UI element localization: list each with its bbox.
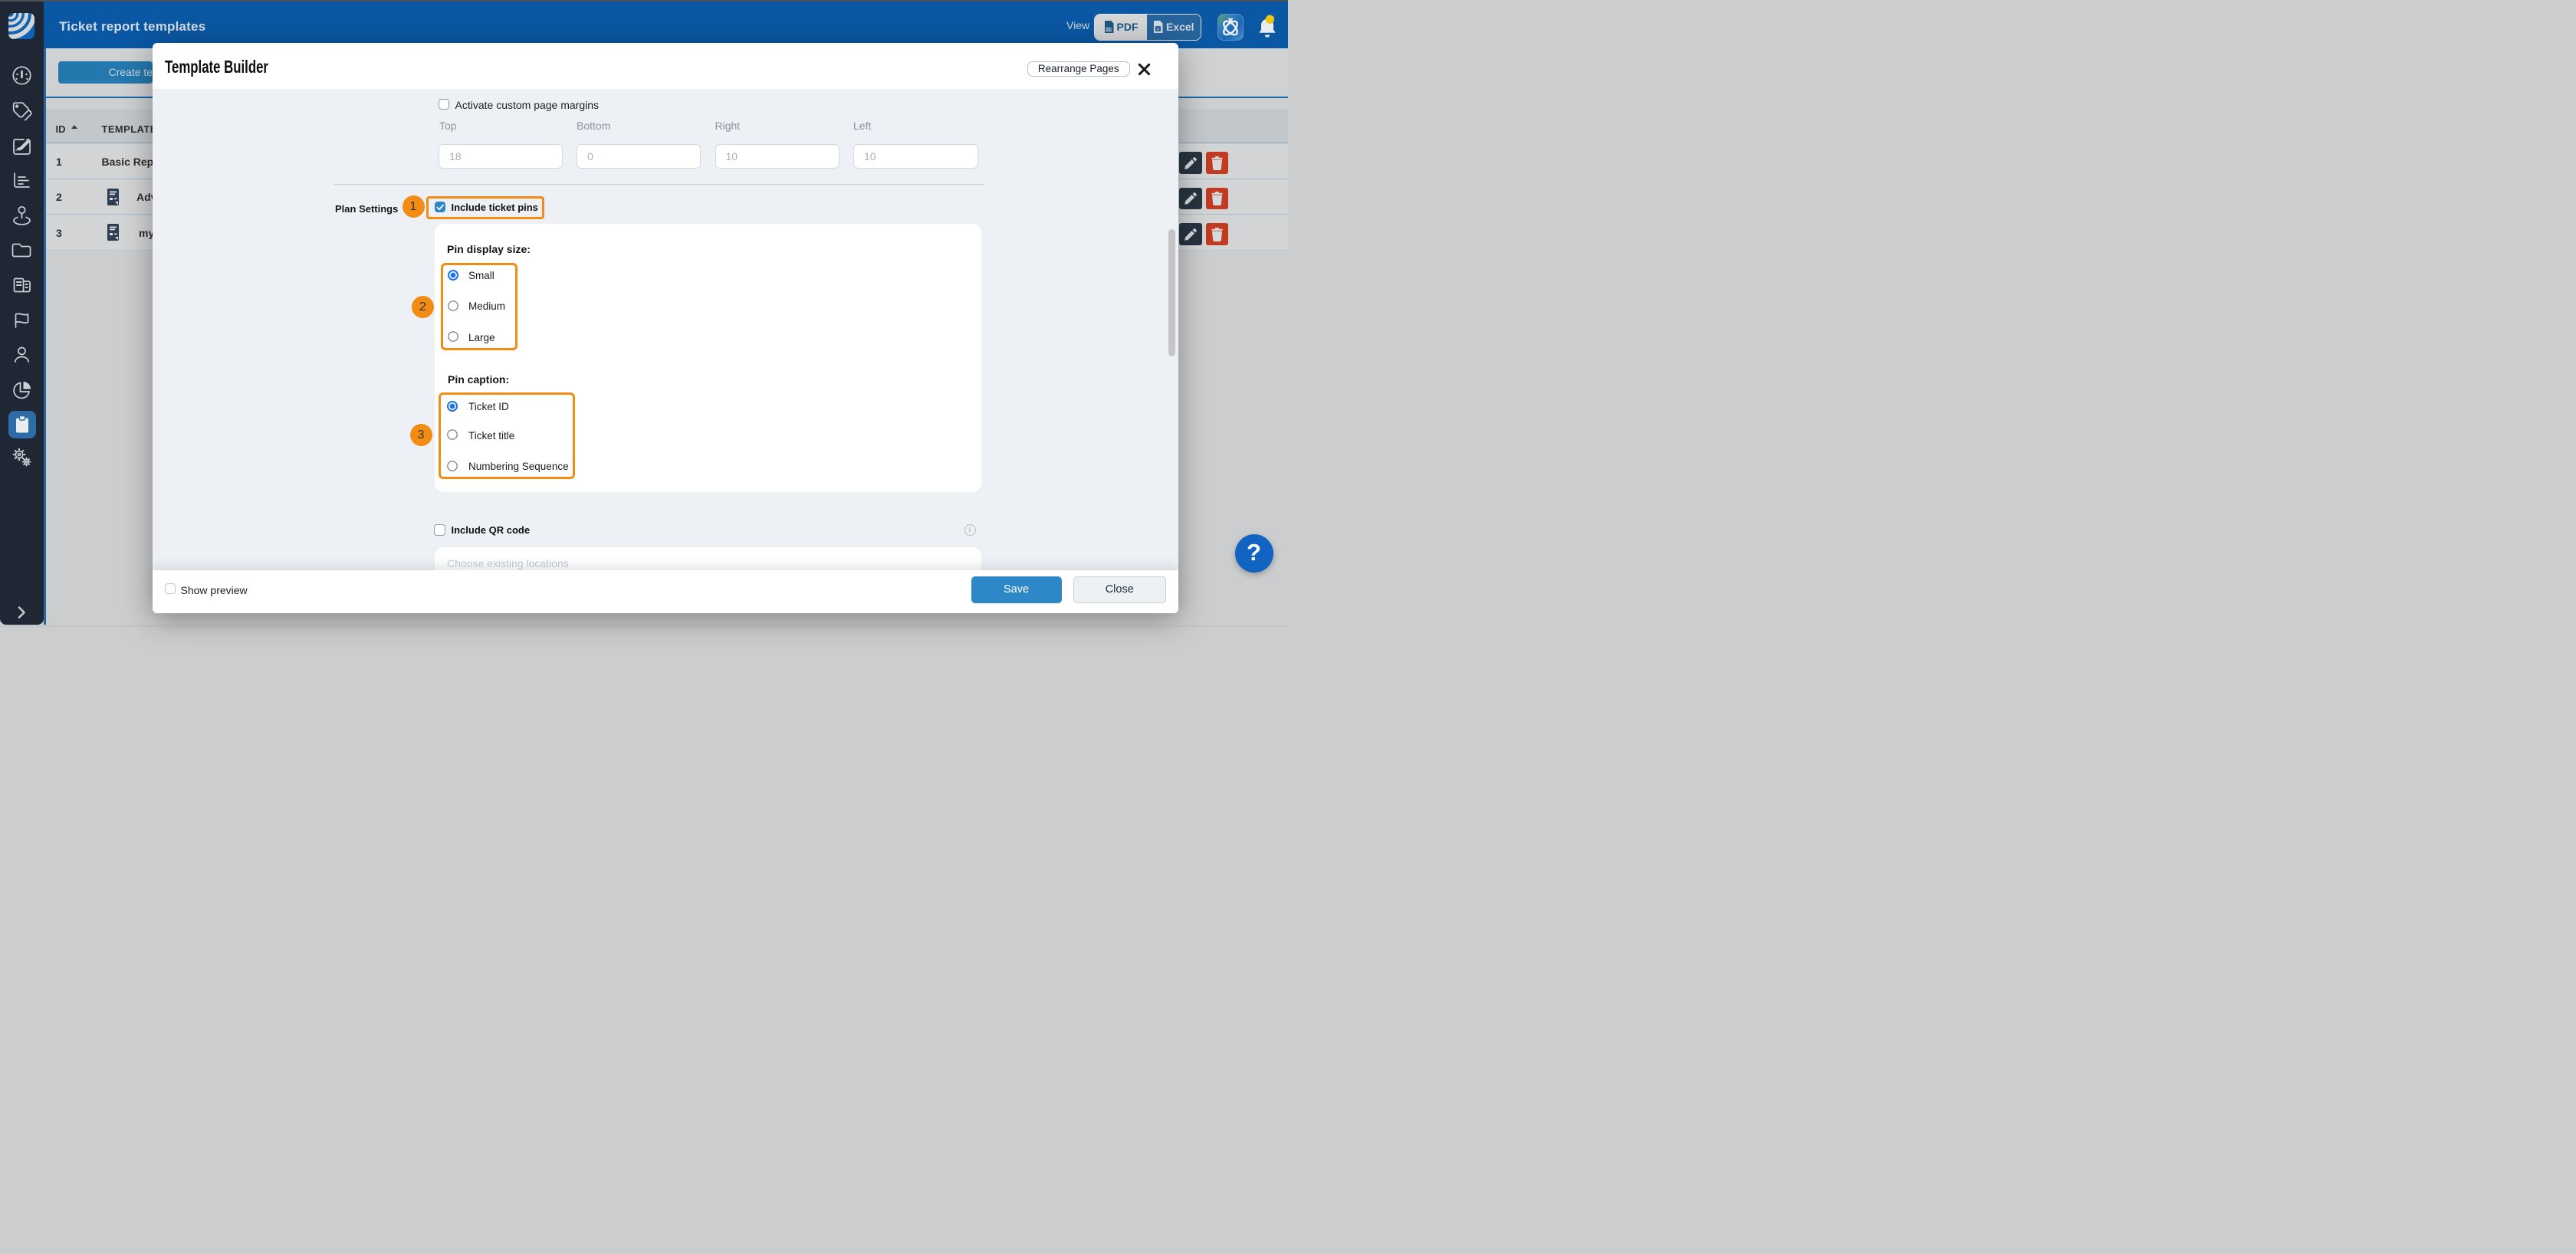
svg-text:PDF: PDF: [1105, 28, 1112, 31]
